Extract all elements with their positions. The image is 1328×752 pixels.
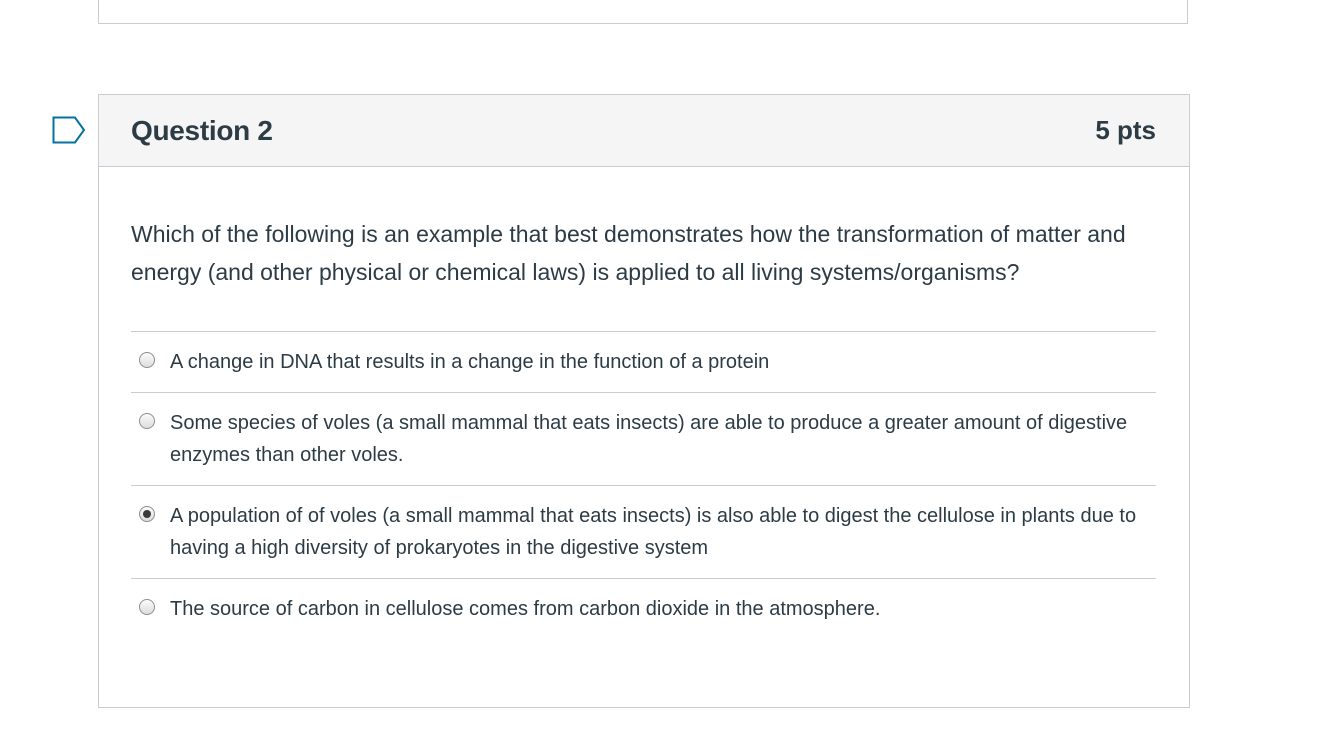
question-card: Question 2 5 pts Which of the following … (98, 94, 1190, 708)
radio-button[interactable] (139, 413, 155, 429)
answer-label: A population of of voles (a small mammal… (170, 505, 1137, 559)
answer-option[interactable]: Some species of voles (a small mammal th… (131, 393, 1156, 486)
answer-option[interactable]: A population of of voles (a small mammal… (131, 486, 1156, 579)
previous-question-card (98, 0, 1188, 24)
question-points: 5 pts (1095, 115, 1156, 145)
question-header: Question 2 5 pts (99, 95, 1189, 167)
answer-option[interactable]: The source of carbon in cellulose comes … (131, 579, 1156, 639)
answer-list: A change in DNA that results in a change… (131, 331, 1156, 639)
answer-label: Some species of voles (a small mammal th… (170, 412, 1128, 466)
quiz-page: Question 2 5 pts Which of the following … (0, 0, 1328, 752)
bookmark-flag-icon[interactable] (52, 116, 86, 144)
question-title: Question 2 (131, 114, 273, 146)
radio-button-selected[interactable] (139, 506, 155, 522)
answer-label: The source of carbon in cellulose comes … (170, 598, 881, 620)
radio-button[interactable] (139, 352, 155, 368)
answer-option[interactable]: A change in DNA that results in a change… (131, 332, 1156, 393)
radio-button[interactable] (139, 599, 155, 615)
question-text: Which of the following is an example tha… (131, 221, 1126, 285)
question-body: Which of the following is an example tha… (99, 167, 1189, 639)
answer-label: A change in DNA that results in a change… (170, 351, 770, 373)
